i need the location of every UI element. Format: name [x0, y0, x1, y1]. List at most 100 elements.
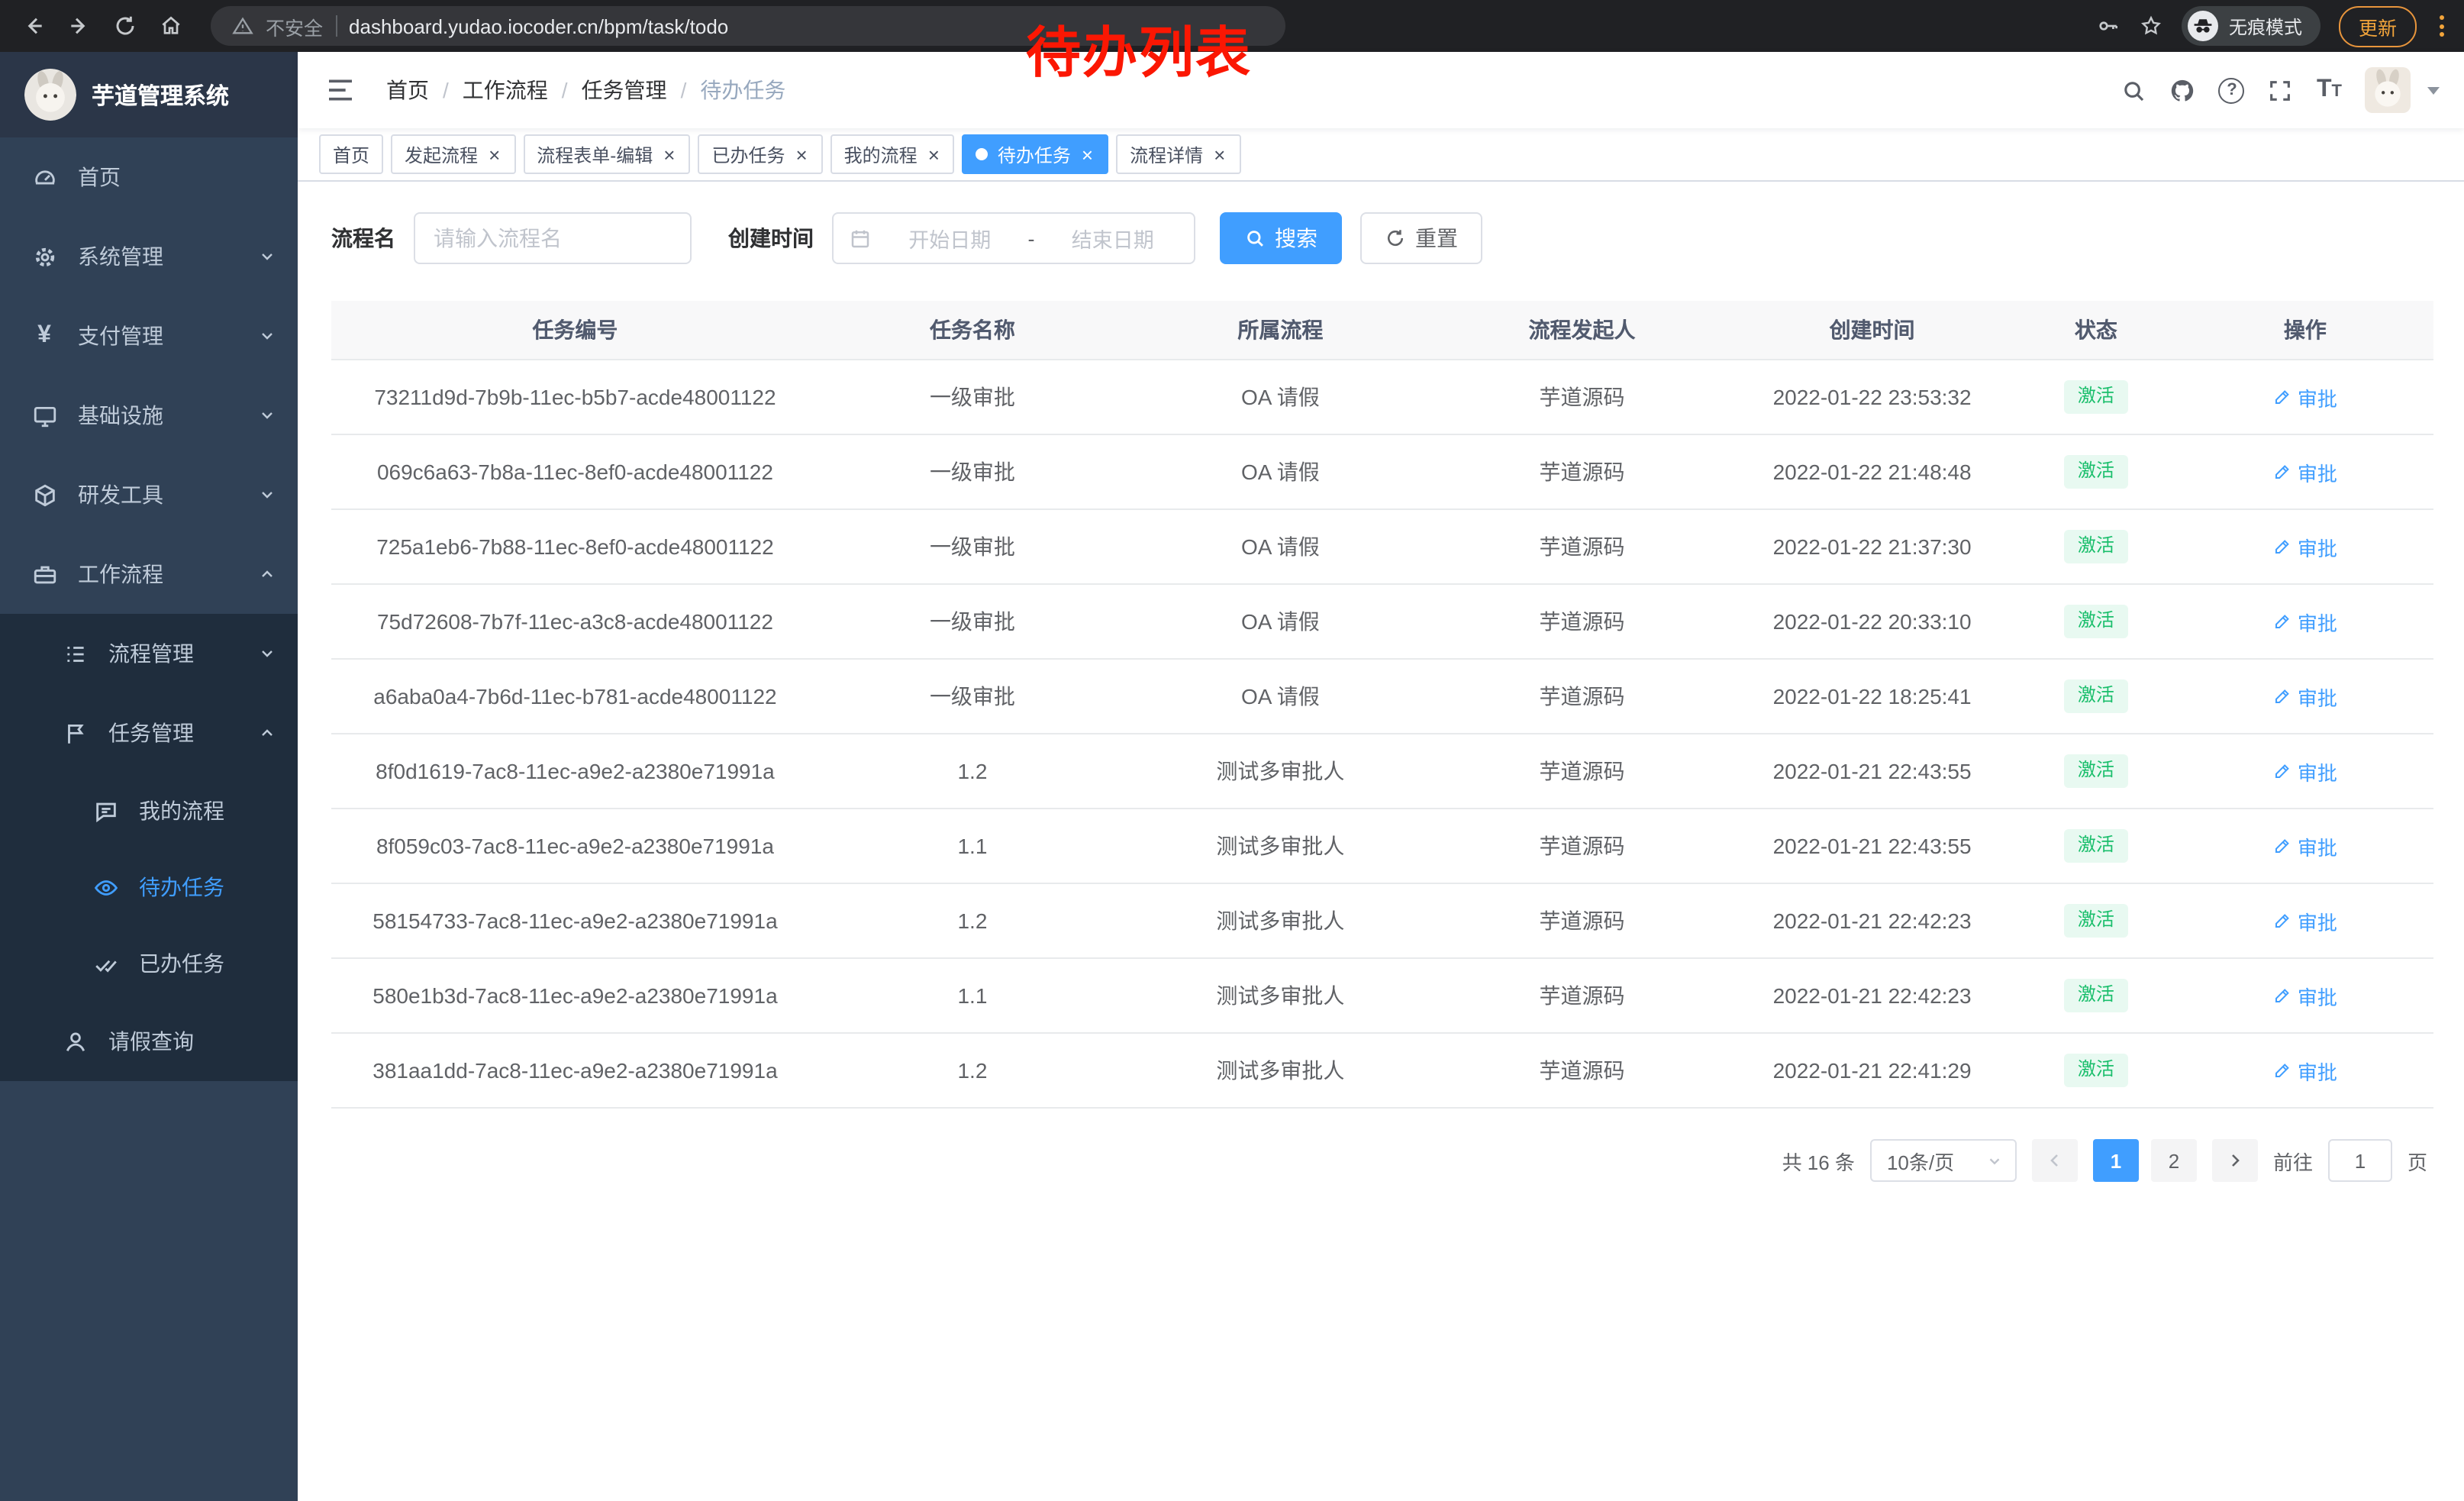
status-badge: 激活 [2064, 455, 2128, 488]
prev-page-button[interactable] [2032, 1139, 2078, 1182]
yen-icon: ¥ [31, 322, 58, 350]
tab-待办任务[interactable]: 待办任务 × [963, 134, 1108, 174]
hamburger-icon[interactable] [316, 75, 365, 105]
search-icon [1244, 228, 1266, 249]
avatar-caret-icon[interactable] [2427, 86, 2440, 94]
sidebar-item-payment[interactable]: ¥ 支付管理 [0, 296, 298, 376]
password-key-icon[interactable] [2096, 14, 2121, 38]
user-avatar[interactable] [2365, 67, 2411, 113]
process-name-input[interactable] [414, 212, 692, 264]
tab-close-icon[interactable]: × [662, 144, 676, 164]
approve-label: 审批 [2298, 682, 2337, 711]
initiator-cell: 芋道源码 [1435, 756, 1730, 786]
start-date-placeholder: 开始日期 [884, 223, 1016, 253]
app-logo[interactable]: 芋道管理系统 [0, 52, 298, 137]
approve-link[interactable]: 审批 [2273, 457, 2337, 486]
tab-close-icon[interactable]: × [1080, 144, 1095, 164]
font-size-icon[interactable]: TT [2317, 76, 2342, 104]
sidebar-item-workflow[interactable]: 工作流程 [0, 534, 298, 614]
approve-link[interactable]: 审批 [2273, 831, 2337, 860]
help-icon[interactable]: ? [2219, 77, 2245, 103]
breadcrumb-task-mgmt[interactable]: 任务管理 [582, 75, 667, 105]
browser-back-button[interactable] [15, 8, 52, 44]
tab-首页[interactable]: 首页 [319, 134, 383, 174]
sidebar-item-todo-task[interactable]: 待办任务 [0, 849, 298, 925]
page-button-2[interactable]: 2 [2151, 1139, 2197, 1182]
create-time-cell: 2022-01-21 22:42:23 [1729, 983, 2015, 1008]
sidebar-item-my-process[interactable]: 我的流程 [0, 773, 298, 849]
total-count: 共 16 条 [1782, 1146, 1855, 1175]
tab-已办任务[interactable]: 已办任务 × [698, 134, 822, 174]
status-cell: 激活 [2015, 679, 2177, 712]
github-icon[interactable] [2170, 77, 2196, 103]
menu-label: 已办任务 [139, 948, 224, 979]
process-cell: OA 请假 [1126, 606, 1435, 637]
approve-link[interactable]: 审批 [2273, 682, 2337, 711]
initiator-cell: 芋道源码 [1435, 1055, 1730, 1086]
goto-page-input[interactable] [2328, 1139, 2392, 1182]
tab-流程表单-编辑[interactable]: 流程表单-编辑 × [523, 134, 690, 174]
task-name-cell: 一级审批 [819, 382, 1126, 412]
tab-close-icon[interactable]: × [927, 144, 941, 164]
tab-close-icon[interactable]: × [794, 144, 808, 164]
tab-close-icon[interactable]: × [487, 144, 502, 164]
search-button[interactable]: 搜索 [1220, 212, 1342, 264]
task-name-cell: 一级审批 [819, 457, 1126, 487]
task-table: 任务编号 任务名称 所属流程 流程发起人 创建时间 状态 操作 73211d9d… [331, 301, 2433, 1109]
sidebar-item-devtools[interactable]: 研发工具 [0, 455, 298, 534]
breadcrumb-workflow[interactable]: 工作流程 [463, 75, 548, 105]
approve-link[interactable]: 审批 [2273, 757, 2337, 786]
sidebar-item-done-task[interactable]: 已办任务 [0, 925, 298, 1002]
sidebar-item-infrastructure[interactable]: 基础设施 [0, 376, 298, 455]
tab-label: 首页 [333, 141, 369, 167]
search-icon[interactable] [2121, 77, 2147, 103]
task-id-cell: 8f0d1619-7ac8-11ec-a9e2-a2380e71991a [331, 759, 819, 783]
process-cell: 测试多审批人 [1126, 756, 1435, 786]
approve-link[interactable]: 审批 [2273, 607, 2337, 636]
next-page-button[interactable] [2212, 1139, 2258, 1182]
action-cell: 审批 [2177, 906, 2433, 935]
page-size-select[interactable]: 10条/页 [1870, 1139, 2017, 1182]
approve-label: 审批 [2298, 457, 2337, 486]
task-id-cell: 069c6a63-7b8a-11ec-8ef0-acde48001122 [331, 460, 819, 484]
page-button-1[interactable]: 1 [2093, 1139, 2139, 1182]
chevron-up-icon [258, 565, 276, 583]
approve-link[interactable]: 审批 [2273, 906, 2337, 935]
task-id-cell: a6aba0a4-7b6d-11ec-b781-acde48001122 [331, 684, 819, 709]
approve-link[interactable]: 审批 [2273, 532, 2337, 561]
sidebar-item-task-mgmt[interactable]: 任务管理 [0, 693, 298, 773]
tab-流程详情[interactable]: 流程详情 × [1116, 134, 1240, 174]
sidebar-item-process-mgmt[interactable]: 流程管理 [0, 614, 298, 693]
approve-link[interactable]: 审批 [2273, 1056, 2337, 1085]
screen: 不安全 dashboard.yudao.iocoder.cn/bpm/task/… [0, 0, 2464, 1501]
browser-home-button[interactable] [153, 8, 189, 44]
date-range-picker[interactable]: 开始日期 - 结束日期 [832, 212, 1195, 264]
fullscreen-icon[interactable] [2268, 77, 2294, 103]
browser-reload-button[interactable] [107, 8, 144, 44]
initiator-cell: 芋道源码 [1435, 980, 1730, 1011]
reset-button[interactable]: 重置 [1360, 212, 1482, 264]
sidebar-item-home[interactable]: 首页 [0, 137, 298, 217]
update-chip[interactable]: 更新 [2339, 5, 2417, 47]
process-cell: OA 请假 [1126, 457, 1435, 487]
tab-label: 发起流程 [405, 141, 478, 167]
table-row: 73211d9d-7b9b-11ec-b5b7-acde48001122 一级审… [331, 360, 2433, 435]
approve-link[interactable]: 审批 [2273, 981, 2337, 1010]
process-cell: OA 请假 [1126, 382, 1435, 412]
create-time-cell: 2022-01-21 22:41:29 [1729, 1058, 2015, 1083]
sidebar-item-system[interactable]: 系统管理 [0, 217, 298, 296]
breadcrumb-home[interactable]: 首页 [386, 75, 429, 105]
table-header: 任务编号 任务名称 所属流程 流程发起人 创建时间 状态 操作 [331, 301, 2433, 360]
task-id-cell: 580e1b3d-7ac8-11ec-a9e2-a2380e71991a [331, 983, 819, 1008]
browser-menu-icon[interactable] [2435, 15, 2449, 37]
tab-我的流程[interactable]: 我的流程 × [830, 134, 955, 174]
sidebar-item-leave-query[interactable]: 请假查询 [0, 1002, 298, 1081]
tab-发起流程[interactable]: 发起流程 × [391, 134, 515, 174]
process-cell: OA 请假 [1126, 531, 1435, 562]
tab-close-icon[interactable]: × [1212, 144, 1227, 164]
approve-link[interactable]: 审批 [2273, 383, 2337, 412]
browser-forward-button[interactable] [61, 8, 98, 44]
action-cell: 审批 [2177, 981, 2433, 1010]
task-name-cell: 一级审批 [819, 531, 1126, 562]
bookmark-star-icon[interactable] [2139, 14, 2163, 38]
